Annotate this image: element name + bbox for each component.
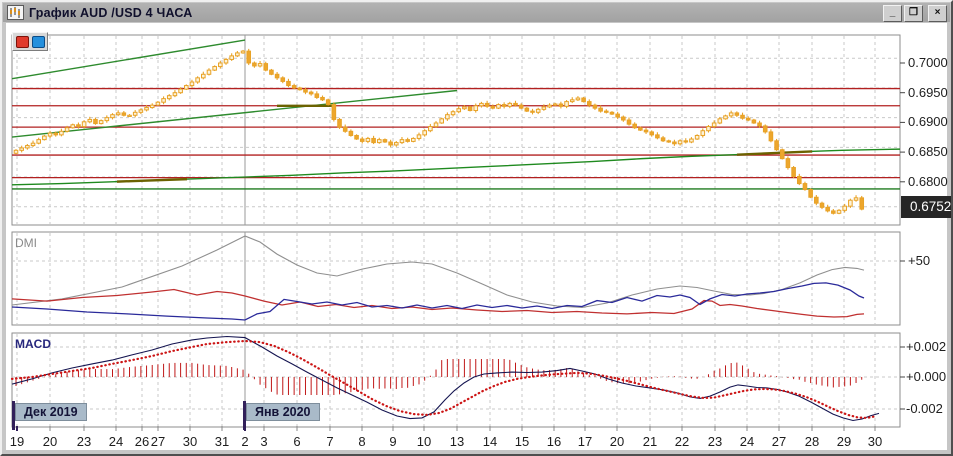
x-axis-label: 30 — [868, 434, 882, 449]
price-axis-label: 0.7000 — [908, 55, 948, 70]
x-axis-label: 23 — [708, 434, 722, 449]
price-axis-label: 0.6900 — [908, 114, 948, 129]
x-axis-label: 14 — [483, 434, 497, 449]
dmi-panel-label: DMI — [15, 236, 37, 250]
price-axis-label: 0.6850 — [908, 144, 948, 159]
month-badge-dec: Дек 2019 — [15, 403, 87, 421]
macd-axis-label: +0.000 — [906, 369, 946, 384]
x-axis-label: 16 — [547, 434, 561, 449]
x-axis-label: 15 — [515, 434, 529, 449]
x-axis-label: 27 — [151, 434, 165, 449]
price-axis-label: 0.6950 — [908, 85, 948, 100]
x-axis-label: 31 — [215, 434, 229, 449]
x-axis-label: 13 — [450, 434, 464, 449]
x-axis-label: 6 — [293, 434, 300, 449]
x-axis-label: 10 — [417, 434, 431, 449]
x-axis-label: 24 — [109, 434, 123, 449]
x-axis-label: 22 — [675, 434, 689, 449]
x-axis-label: 30 — [183, 434, 197, 449]
chart-window: График AUD /USD 4 ЧАСА _ ❐ × DMI MACD Де… — [0, 0, 953, 456]
x-axis-label: 19 — [10, 434, 24, 449]
macd-axis-label: +0.002 — [906, 339, 946, 354]
x-axis-label: 20 — [43, 434, 57, 449]
macd-axis-label: -0.002 — [906, 401, 943, 416]
macd-panel-label: MACD — [15, 337, 51, 351]
x-axis-label: 24 — [740, 434, 754, 449]
x-axis-label: 23 — [77, 434, 91, 449]
x-axis-label: 17 — [578, 434, 592, 449]
candle-style-toolbar — [12, 32, 48, 51]
x-axis-label: 26 — [135, 434, 149, 449]
month-badge-jan: Янв 2020 — [246, 403, 320, 421]
x-axis-label: 2 — [241, 434, 248, 449]
red-style-button[interactable] — [16, 36, 29, 48]
x-axis-label: 9 — [389, 434, 396, 449]
x-axis-label: 7 — [326, 434, 333, 449]
x-axis-label: 27 — [772, 434, 786, 449]
blue-style-button[interactable] — [32, 36, 45, 48]
price-axis-label: 0.6800 — [908, 174, 948, 189]
x-axis-label: 29 — [837, 434, 851, 449]
x-axis-label: 8 — [358, 434, 365, 449]
dmi-axis-label: +50 — [908, 253, 930, 268]
x-axis-label: 28 — [805, 434, 819, 449]
x-axis-label: 3 — [260, 434, 267, 449]
current-price-badge: 0.6752 — [901, 196, 951, 218]
x-axis-label: 20 — [610, 434, 624, 449]
x-axis-label: 21 — [643, 434, 657, 449]
chart-canvas[interactable] — [2, 2, 953, 456]
